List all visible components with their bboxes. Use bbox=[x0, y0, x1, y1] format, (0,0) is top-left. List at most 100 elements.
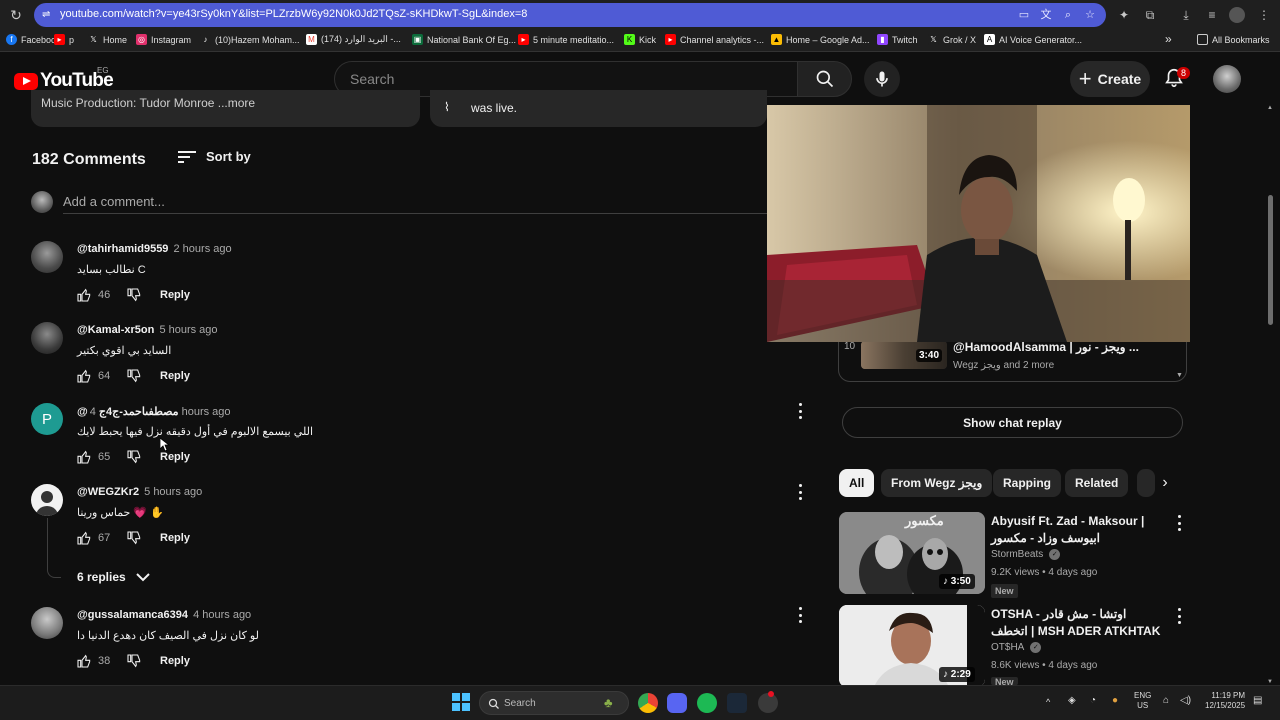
bookmark-item[interactable]: ▣ National Bank Of Eg... bbox=[412, 34, 516, 45]
voice-search-button[interactable] bbox=[864, 61, 900, 97]
playlist-expand-icon[interactable]: ▼ bbox=[1176, 372, 1183, 379]
playlist-item-title[interactable]: @HamoodAlsamma | ويجز - نور ... bbox=[953, 340, 1139, 354]
add-comment-input[interactable]: Add a comment... bbox=[63, 194, 165, 209]
scroll-up-icon[interactable]: ▲ bbox=[1267, 105, 1273, 111]
view-replies-button[interactable]: 6 replies bbox=[77, 570, 150, 584]
comment-time[interactable]: 2 hours ago bbox=[174, 243, 232, 255]
bookmarks-overflow-button[interactable]: » bbox=[1165, 32, 1172, 46]
extension-pin-icon[interactable]: ✦ bbox=[1116, 7, 1132, 23]
spotify-icon[interactable] bbox=[697, 693, 717, 713]
install-icon[interactable]: ▭ bbox=[1017, 8, 1031, 22]
chip-all[interactable]: All bbox=[839, 469, 875, 497]
comment-menu-button[interactable] bbox=[797, 607, 803, 623]
bookmark-item[interactable]: ▲ Home – Google Ad... bbox=[771, 34, 870, 45]
thumbs-down-icon[interactable] bbox=[126, 449, 142, 465]
bookmark-item[interactable]: A AI Voice Generator... bbox=[984, 34, 1082, 45]
comment-author[interactable]: @tahirhamid9559 bbox=[77, 243, 168, 255]
reply-button[interactable]: Reply bbox=[160, 370, 190, 382]
reload-icon[interactable]: ↻ bbox=[8, 7, 24, 23]
thumbs-up-icon[interactable] bbox=[76, 368, 92, 384]
tray-overflow-icon[interactable]: ^ bbox=[1046, 697, 1050, 707]
video-menu-button[interactable] bbox=[1176, 608, 1182, 624]
bookmark-star-icon[interactable]: ☆ bbox=[1083, 8, 1097, 22]
url-text[interactable]: youtube.com/watch?v=ye43rSy0knY&list=PLZ… bbox=[60, 8, 527, 20]
video-menu-button[interactable] bbox=[1176, 515, 1182, 531]
reply-button[interactable]: Reply bbox=[160, 655, 190, 667]
related-video-channel[interactable]: StormBeats ✓ bbox=[991, 549, 1061, 560]
commenter-avatar[interactable]: P bbox=[31, 403, 63, 435]
commenter-avatar[interactable] bbox=[31, 322, 63, 354]
show-chat-replay-button[interactable]: Show chat replay bbox=[842, 407, 1183, 438]
bookmark-item[interactable]: 𝕏 Home bbox=[88, 34, 127, 45]
chip-related[interactable]: Related bbox=[1065, 469, 1129, 497]
create-button[interactable]: + Create bbox=[1070, 61, 1150, 97]
bookmark-item[interactable]: ▸ Channel analytics -... bbox=[665, 34, 764, 45]
bookmark-item[interactable]: ♪ (10)Hazem Moham... bbox=[200, 34, 300, 45]
commenter-avatar[interactable] bbox=[31, 607, 63, 639]
thumbs-down-icon[interactable] bbox=[126, 368, 142, 384]
bookmark-item[interactable]: ▮ Twitch bbox=[877, 34, 918, 45]
youtube-logo[interactable]: YouTube EG bbox=[14, 66, 114, 92]
download-icon[interactable]: ⤓ bbox=[1178, 7, 1194, 23]
account-avatar[interactable] bbox=[1213, 65, 1241, 93]
related-video-channel[interactable]: OT$HA ✓ bbox=[991, 642, 1042, 653]
site-info-icon[interactable]: ⇌ bbox=[42, 8, 56, 22]
sort-by-button[interactable]: Sort by bbox=[178, 149, 251, 164]
bookmark-item[interactable]: 𝕏 Grok / X bbox=[928, 34, 976, 45]
thumbs-up-icon[interactable] bbox=[76, 449, 92, 465]
chip-from-wegz[interactable]: From Wegz ويجز bbox=[881, 469, 993, 497]
related-video-title[interactable]: Abyusif Ft. Zad - Maksour | ابيوسف وزاد … bbox=[991, 513, 1161, 547]
comment-time[interactable]: 5 hours ago bbox=[159, 324, 217, 336]
bookmark-item[interactable]: ▸ p bbox=[54, 34, 74, 45]
windows-start-icon[interactable] bbox=[452, 693, 470, 711]
commenter-avatar[interactable] bbox=[31, 484, 63, 516]
bookmark-item[interactable]: K Kick bbox=[624, 34, 656, 45]
comment-time[interactable]: 5 hours ago bbox=[144, 486, 202, 498]
reply-button[interactable]: Reply bbox=[160, 532, 190, 544]
search-input[interactable] bbox=[350, 71, 770, 87]
clock[interactable]: 11:19 PM 12/15/2025 bbox=[1205, 691, 1245, 711]
menu-icon[interactable]: ⋮ bbox=[1256, 7, 1272, 23]
volume-icon[interactable]: ◁) bbox=[1180, 696, 1191, 706]
page-scrollbar[interactable]: ▲ ▼ bbox=[1266, 105, 1274, 685]
mic-tray-icon[interactable]: ● bbox=[1112, 696, 1118, 706]
address-bar[interactable]: ⇌ youtube.com/watch?v=ye43rSy0knY&list=P… bbox=[34, 3, 1106, 27]
reply-button[interactable]: Reply bbox=[160, 289, 190, 301]
comment-author[interactable]: @gussalamanca6394 bbox=[77, 609, 188, 621]
description-card[interactable]: Music Production: Tudor Monroe ...more bbox=[31, 90, 420, 127]
zoom-icon[interactable]: ⌕ bbox=[1061, 8, 1075, 22]
search-button[interactable] bbox=[797, 61, 852, 97]
reply-button[interactable]: Reply bbox=[160, 451, 190, 463]
all-bookmarks-button[interactable]: All Bookmarks bbox=[1197, 34, 1270, 45]
bookmark-item[interactable]: M (174) البريد الوارد -... bbox=[306, 34, 401, 45]
bookmark-item[interactable]: ◎ Instagram bbox=[136, 34, 191, 45]
bookmark-item[interactable]: f Facebook bbox=[6, 34, 61, 45]
profile-icon[interactable] bbox=[1229, 7, 1245, 23]
thumbs-down-icon[interactable] bbox=[126, 530, 142, 546]
bookmark-item[interactable]: ▸ 5 minute meditatio... bbox=[518, 34, 614, 45]
chip-rapping[interactable]: Rapping bbox=[993, 469, 1061, 497]
thumbs-up-icon[interactable] bbox=[76, 653, 92, 669]
discord-icon[interactable] bbox=[667, 693, 687, 713]
notification-center-icon[interactable]: ▤ bbox=[1253, 696, 1262, 706]
network-icon[interactable]: ⌂ bbox=[1163, 696, 1169, 706]
comment-author[interactable]: @WEGZKr2 bbox=[77, 486, 139, 498]
thumbs-down-icon[interactable] bbox=[126, 653, 142, 669]
translate-icon[interactable]: 文 bbox=[1039, 8, 1053, 22]
thumbs-down-icon[interactable] bbox=[126, 287, 142, 303]
chip-partial[interactable] bbox=[1137, 469, 1155, 497]
headset-icon[interactable]: ◔ bbox=[1090, 696, 1096, 706]
playlist-item-channel[interactable]: Wegz ويجز and 2 more bbox=[953, 360, 1054, 371]
language-indicator[interactable]: ENG US bbox=[1134, 691, 1151, 711]
scrollbar-thumb[interactable] bbox=[1268, 195, 1273, 325]
tray-app-icon[interactable]: ◈ bbox=[1068, 696, 1076, 706]
comment-author[interactable]: @Kamal-xr5on bbox=[77, 324, 154, 336]
chrome-icon[interactable] bbox=[638, 693, 658, 713]
comment-time[interactable]: 4 hours ago bbox=[193, 609, 251, 621]
thumbs-up-icon[interactable] bbox=[76, 287, 92, 303]
thumbs-up-icon[interactable] bbox=[76, 530, 92, 546]
taskbar-search[interactable]: Search ♣ bbox=[479, 691, 629, 715]
comment-menu-button[interactable] bbox=[797, 403, 803, 419]
related-video-title[interactable]: OTSHA - اوتشا - مش قادر اتخطف | MSH ADER… bbox=[991, 606, 1161, 640]
commenter-avatar[interactable] bbox=[31, 241, 63, 273]
